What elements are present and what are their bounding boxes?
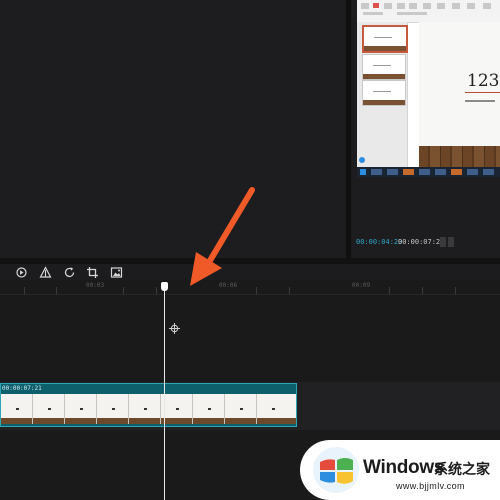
- watermark-badge: Windows 系统之家 www.bjjmlv.com: [300, 440, 500, 500]
- freeze-icon[interactable]: [15, 266, 28, 279]
- ppt-ribbon: [357, 0, 500, 23]
- move-cursor-icon: [169, 319, 180, 334]
- slide-underline: [465, 92, 500, 93]
- split-icon[interactable]: [0, 266, 9, 279]
- slide-title-text: 123: [467, 71, 500, 91]
- slide-thumbnail: [362, 25, 408, 53]
- preview-video-frame[interactable]: 123: [357, 0, 500, 177]
- cover-icon[interactable]: [110, 266, 123, 279]
- annotation-arrow-icon: [190, 187, 255, 286]
- fullscreen-button[interactable]: [448, 237, 454, 247]
- rotate-icon[interactable]: [63, 266, 76, 279]
- playhead-line[interactable]: [164, 289, 165, 500]
- ruler-label: 00:09: [352, 282, 371, 289]
- current-timecode: 00:00:04:23: [356, 238, 403, 246]
- windows-start-icon: [360, 169, 366, 175]
- mirror-icon[interactable]: [39, 266, 52, 279]
- slide-canvas: 123: [419, 22, 500, 170]
- slide-thumbnails: [357, 22, 408, 170]
- crop-icon[interactable]: [86, 266, 99, 279]
- watermark-brand-cn: 系统之家: [434, 462, 490, 478]
- watermark-brand: Windows: [363, 457, 445, 478]
- playhead-handle[interactable]: [161, 282, 168, 291]
- preview-taskbar: [357, 167, 500, 177]
- slide-subtitle: [465, 99, 495, 102]
- watermark-url: www.bjjmlv.com: [396, 481, 465, 491]
- video-clip[interactable]: 00:00:07:21: [0, 383, 297, 427]
- preview-timecode-bar: 00:00:04:23 00:00:07:21: [351, 236, 500, 250]
- ratio-button[interactable]: [440, 237, 446, 247]
- clip-filmstrip: [1, 394, 296, 424]
- windows-logo-icon: [313, 447, 359, 493]
- media-panel: [0, 0, 346, 258]
- clip-duration-label: 00:00:07:21: [2, 385, 42, 392]
- total-timecode: 00:00:07:21: [398, 238, 445, 246]
- slide-thumbnail: [362, 54, 406, 80]
- ruler-label: 00:03: [86, 282, 105, 289]
- slide-thumbnail: [362, 80, 406, 106]
